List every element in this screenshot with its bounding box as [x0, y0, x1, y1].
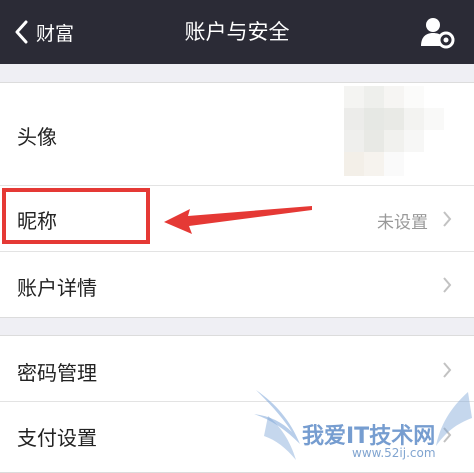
password-management-label: 密码管理: [17, 361, 97, 385]
chevron-right-icon: [443, 277, 452, 293]
payment-settings-label: 支付设置: [17, 426, 97, 450]
page-title: 账户与安全: [184, 20, 290, 44]
account-details-label: 账户详情: [17, 276, 97, 300]
contact-settings-button[interactable]: [418, 14, 458, 50]
nickname-value: 未设置: [377, 213, 428, 233]
highlight-box: [2, 188, 150, 244]
avatar-label: 头像: [17, 125, 57, 149]
contact-settings-icon: [421, 18, 455, 49]
account-details-row[interactable]: 账户详情: [0, 252, 474, 317]
chevron-right-icon: [443, 211, 452, 227]
avatar-image[interactable]: [344, 86, 464, 176]
chevron-right-icon: [443, 362, 452, 378]
watermark-url: www.52ij.com: [352, 446, 436, 460]
navbar: 财富 账户与安全: [0, 0, 474, 64]
